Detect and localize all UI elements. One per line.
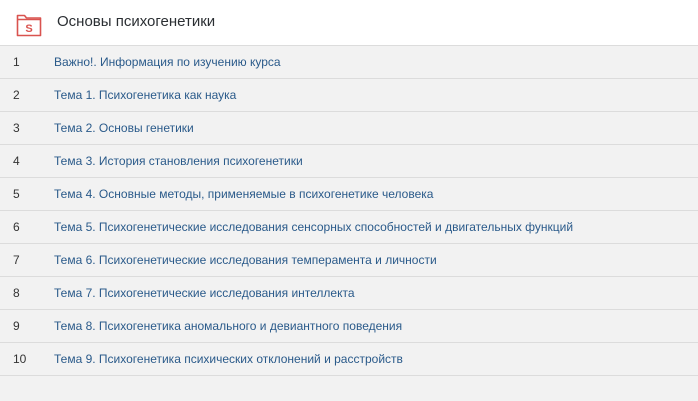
topic-link[interactable]: Тема 7. Психогенетические исследования и… — [54, 277, 355, 309]
topic-list: 1 Важно!. Информация по изучению курса 2… — [0, 46, 698, 376]
topic-row-7[interactable]: 7 Тема 6. Психогенетические исследования… — [0, 244, 698, 277]
topic-number: 3 — [13, 121, 20, 135]
topic-row-10[interactable]: 10 Тема 9. Психогенетика психических отк… — [0, 343, 698, 376]
topic-row-2[interactable]: 2 Тема 1. Психогенетика как наука — [0, 79, 698, 112]
topic-link[interactable]: Тема 5. Психогенетические исследования с… — [54, 211, 573, 243]
topic-row-3[interactable]: 3 Тема 2. Основы генетики — [0, 112, 698, 145]
course-page: S Основы психогенетики 1 Важно!. Информа… — [0, 0, 698, 401]
topic-link[interactable]: Тема 2. Основы генетики — [54, 112, 194, 144]
topic-link[interactable]: Тема 9. Психогенетика психических отклон… — [54, 343, 403, 375]
scorm-package-icon: S — [16, 14, 42, 37]
topic-number: 8 — [13, 286, 20, 300]
topic-link[interactable]: Тема 8. Психогенетика аномального и деви… — [54, 310, 402, 342]
topic-row-1[interactable]: 1 Важно!. Информация по изучению курса — [0, 46, 698, 79]
topic-number: 4 — [13, 154, 20, 168]
course-header: S Основы психогенетики — [0, 0, 698, 46]
topic-link[interactable]: Важно!. Информация по изучению курса — [54, 46, 281, 78]
topic-link[interactable]: Тема 1. Психогенетика как наука — [54, 79, 236, 111]
topic-row-6[interactable]: 6 Тема 5. Психогенетические исследования… — [0, 211, 698, 244]
topic-number: 6 — [13, 220, 20, 234]
topic-row-9[interactable]: 9 Тема 8. Психогенетика аномального и де… — [0, 310, 698, 343]
topic-row-5[interactable]: 5 Тема 4. Основные методы, применяемые в… — [0, 178, 698, 211]
topic-number: 1 — [13, 55, 20, 69]
course-title: Основы психогенетики — [57, 13, 216, 30]
topic-number: 5 — [13, 187, 20, 201]
topic-link[interactable]: Тема 6. Психогенетические исследования т… — [54, 244, 437, 276]
topic-number: 9 — [13, 319, 20, 333]
topic-number: 10 — [13, 352, 27, 366]
topic-link[interactable]: Тема 3. История становления психогенетик… — [54, 145, 303, 177]
topic-number: 2 — [13, 88, 20, 102]
topic-link[interactable]: Тема 4. Основные методы, применяемые в п… — [54, 178, 433, 210]
topic-row-4[interactable]: 4 Тема 3. История становления психогенет… — [0, 145, 698, 178]
scorm-icon-letter: S — [25, 23, 32, 35]
topic-number: 7 — [13, 253, 20, 267]
topic-row-8[interactable]: 8 Тема 7. Психогенетические исследования… — [0, 277, 698, 310]
